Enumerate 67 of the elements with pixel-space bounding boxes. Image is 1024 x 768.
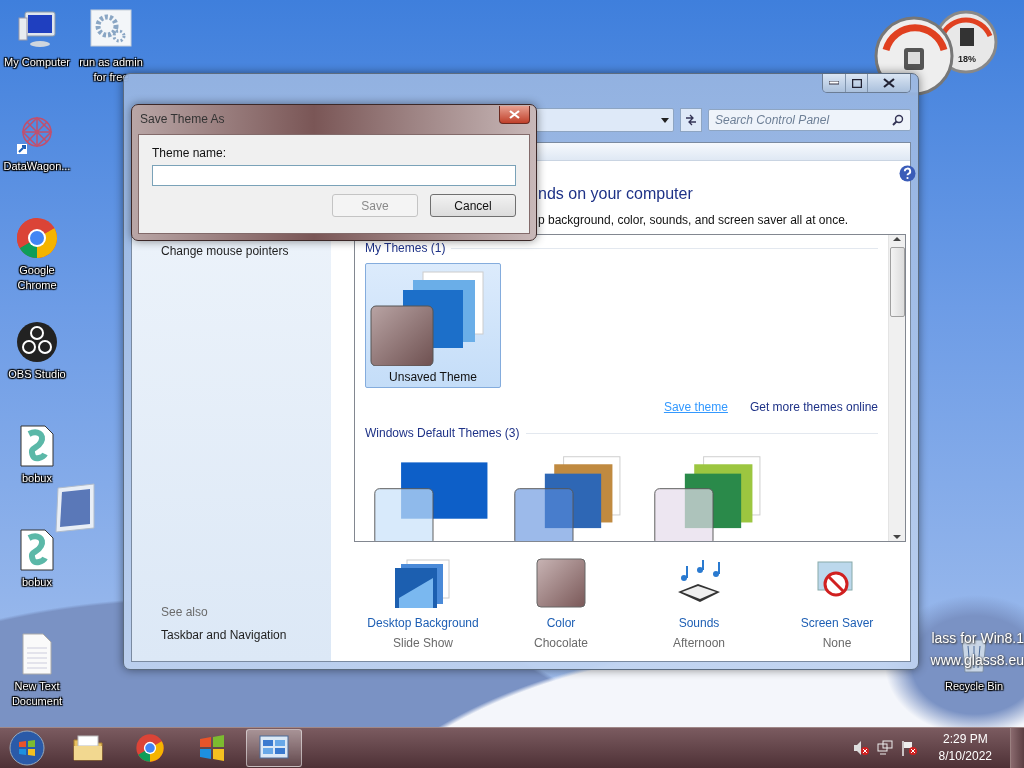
page-description: p background, color, sounds, and screen saver all at once.: [538, 213, 850, 227]
minimize-icon: [829, 81, 839, 85]
windows-flag-icon: [197, 733, 227, 763]
theme-tile[interactable]: Unsaved Theme: [365, 263, 501, 388]
search-field[interactable]: Search Control Panel: [708, 109, 911, 131]
refresh-button[interactable]: [680, 108, 702, 132]
group-title: Windows Default Themes (3): [365, 426, 520, 440]
setting-link[interactable]: Screen Saver: [800, 616, 874, 630]
close-icon: [883, 78, 895, 88]
close-icon: [509, 110, 520, 119]
desktop-icon-label[interactable]: Google Chrome: [0, 263, 74, 293]
clock-time: 2:29 PM: [942, 731, 988, 748]
windows-orb-icon: [9, 730, 45, 766]
search-icon: [892, 114, 904, 126]
desktop-icon-label[interactable]: OBS Studio: [8, 367, 66, 382]
help-icon[interactable]: [899, 165, 916, 182]
chrome-logo-icon: [135, 733, 165, 763]
control-panel-icon: [258, 734, 290, 762]
desktop-icon-label[interactable]: bobux: [22, 471, 52, 486]
setting-value: Afternoon: [672, 636, 725, 650]
maximize-icon: [851, 78, 862, 88]
task-link[interactable]: Change mouse pointers: [161, 243, 331, 259]
floating-window-drawing: [52, 482, 96, 534]
desktop-icon-label[interactable]: Recycle Bin: [944, 679, 1004, 694]
obs-logo-icon: [15, 320, 59, 364]
scroll-up-arrow-icon[interactable]: [893, 235, 901, 243]
see-also-link[interactable]: Taskbar and Navigation: [161, 627, 331, 643]
clock[interactable]: 2:29 PM 8/10/2022: [938, 731, 992, 765]
setting-value: Slide Show: [392, 636, 453, 650]
taskbar-app-button[interactable]: [246, 729, 302, 767]
desktop-icon-label[interactable]: bobux: [22, 575, 52, 590]
desktop-icon-label[interactable]: New Text Document: [0, 679, 74, 709]
theme-name-field[interactable]: [152, 165, 516, 186]
group-title: My Themes (1): [365, 241, 446, 255]
desktop-icon-label[interactable]: DataWagon...: [3, 159, 71, 174]
show-desktop-button[interactable]: [1010, 728, 1024, 768]
speaker-muted-icon[interactable]: [852, 740, 869, 756]
maximize-button[interactable]: [845, 74, 867, 92]
gauge-reading: 18%: [958, 54, 976, 64]
refresh-arrows-icon: [684, 114, 698, 126]
setting-link[interactable]: Sounds: [678, 616, 720, 630]
setting-link[interactable]: Color: [546, 616, 576, 630]
chrome-logo-icon: [15, 216, 59, 260]
theme-link[interactable]: Get more themes online: [749, 400, 878, 414]
setting-value: Chocolate: [533, 636, 588, 650]
desktop-icon-label[interactable]: My Computer: [4, 55, 70, 70]
close-button[interactable]: [499, 106, 530, 124]
flag-alert-icon[interactable]: [900, 740, 917, 756]
see-also-heading: See also: [161, 605, 209, 619]
setting-link[interactable]: Desktop Background: [367, 616, 479, 630]
dialog-title: Save Theme As: [140, 112, 225, 126]
folder-icon: [72, 734, 104, 762]
close-button[interactable]: [867, 74, 910, 92]
scroll-thumb[interactable]: [889, 247, 905, 317]
page-heading: nds on your computer: [538, 185, 694, 203]
dropdown-caret-icon: [661, 117, 669, 123]
scrollbar[interactable]: [888, 235, 905, 541]
desktop-icon-label[interactable]: run as admin for free: [74, 55, 148, 85]
setting-value: None: [822, 636, 852, 650]
wallpaper-stack-icon: [393, 558, 453, 608]
color-swatch-icon: [536, 558, 586, 608]
field-label: Theme name:: [152, 146, 228, 160]
dialog-button[interactable]: Cancel: [430, 194, 516, 217]
network-icon[interactable]: [876, 740, 893, 756]
theme-link[interactable]: Save theme: [663, 400, 728, 414]
scroll-down-arrow-icon[interactable]: [893, 533, 901, 541]
clock-date: 8/10/2022: [938, 748, 992, 765]
